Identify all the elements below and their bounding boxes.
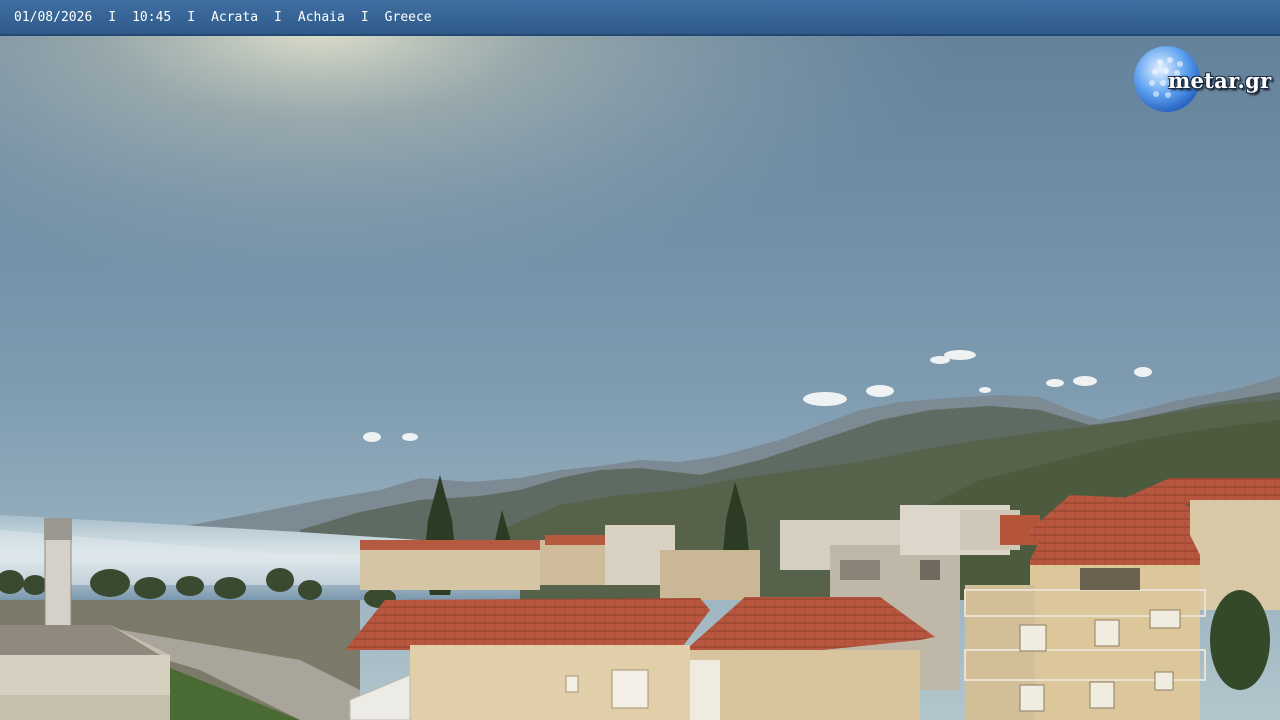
timestamp-bar: 01/08/2026 I 10:45 I Acrata I Achaia I Greece	[0, 0, 1280, 36]
location-label: Acrata	[211, 10, 259, 25]
foreground-house	[345, 597, 935, 720]
country-label: Greece	[384, 10, 432, 25]
date-label: 01/08/2026	[14, 10, 93, 25]
region-label: Achaia	[297, 10, 345, 25]
separator: I	[187, 10, 196, 25]
separator: I	[108, 10, 117, 25]
logo: metar.gr	[1132, 44, 1272, 114]
separator: I	[274, 10, 282, 25]
time-label: 10:45	[132, 10, 172, 25]
separator: I	[360, 10, 369, 25]
webcam-view	[0, 0, 1280, 720]
logo-text: metar.gr	[1168, 68, 1272, 93]
